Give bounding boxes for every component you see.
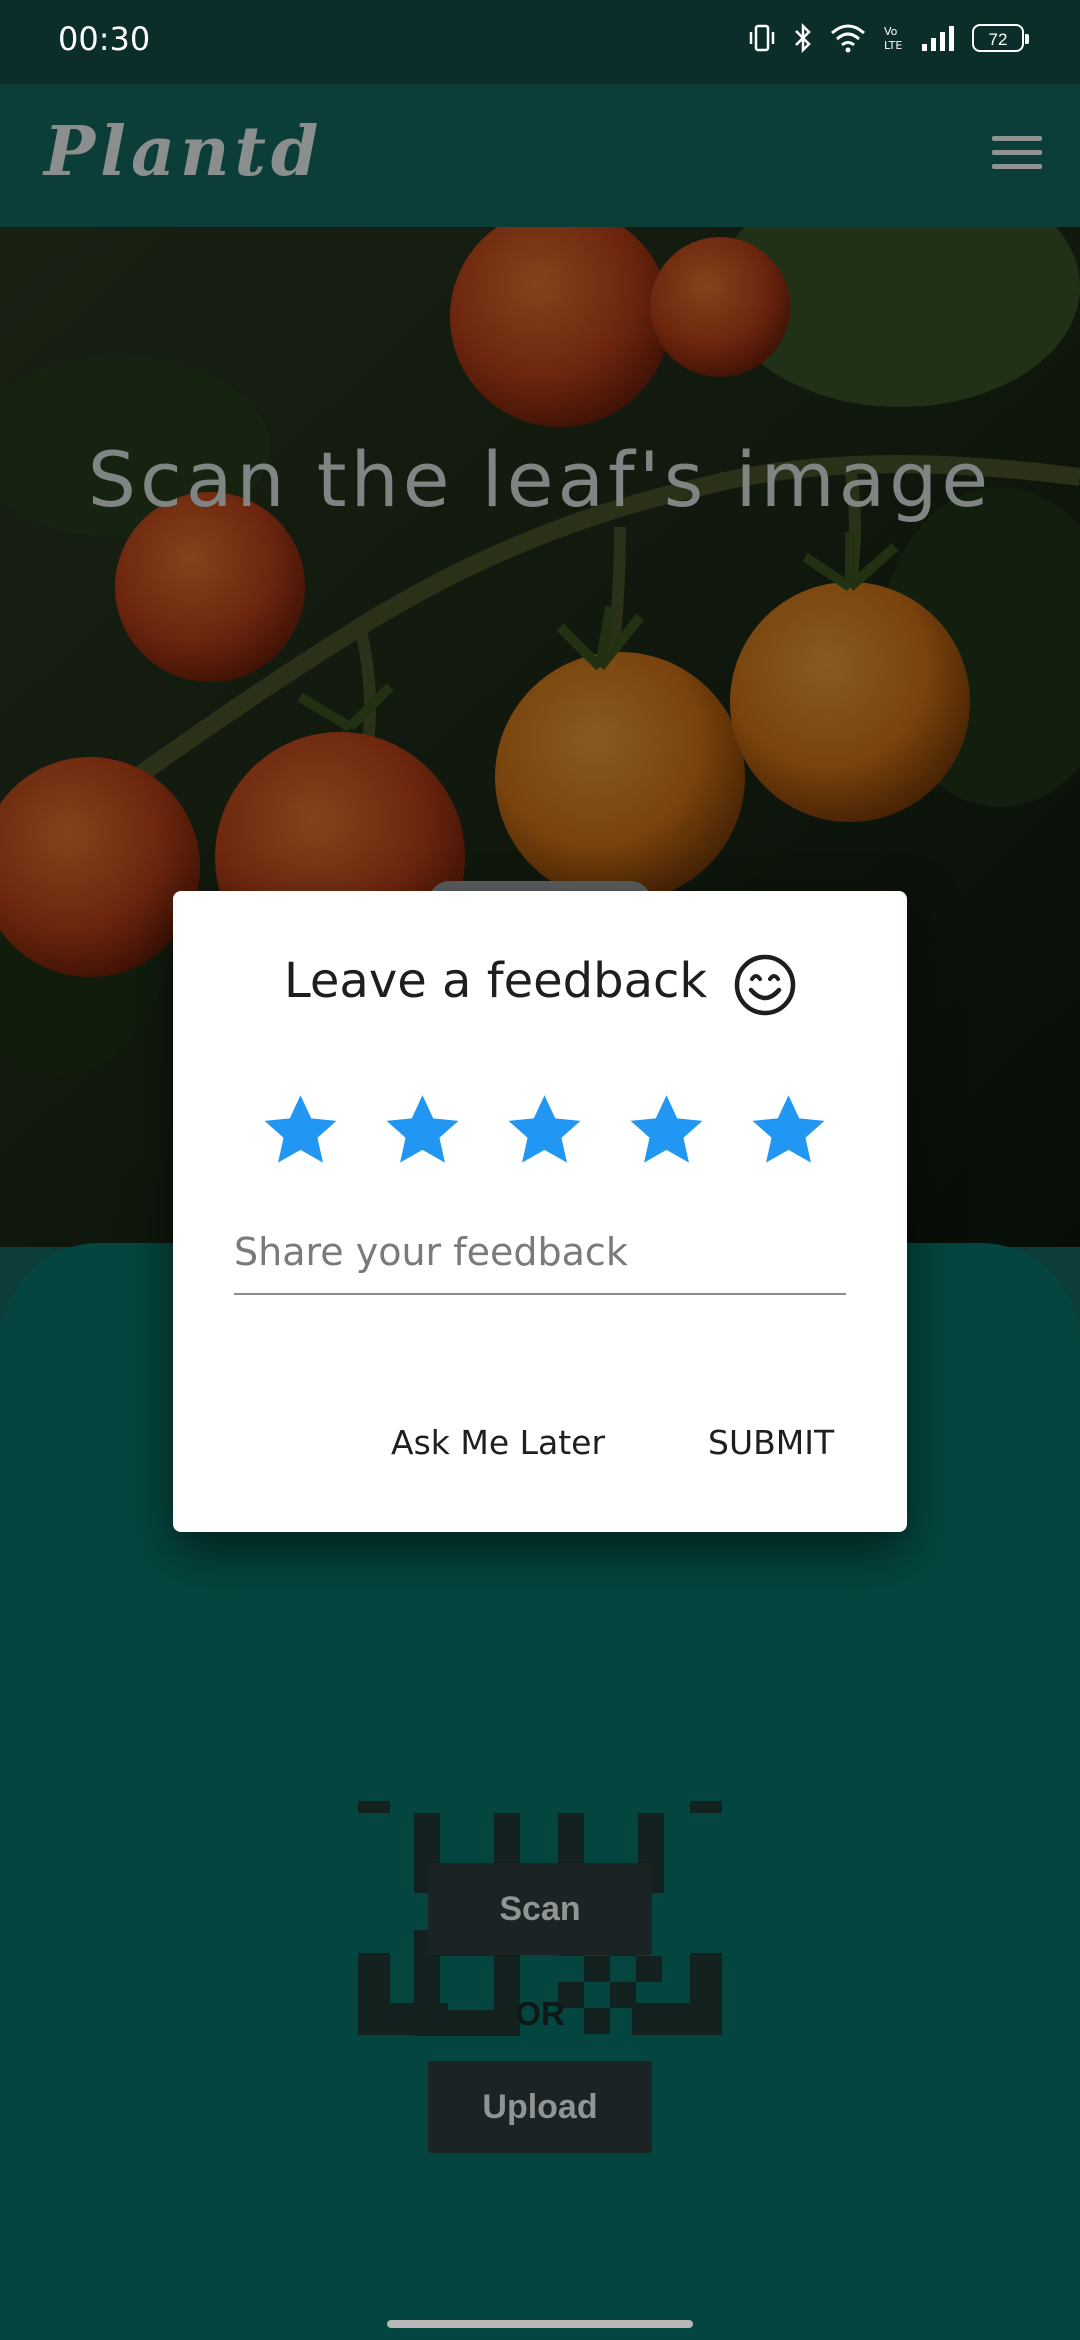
qr-code-icon [358,1801,722,2036]
star-2-icon[interactable] [381,1089,464,1172]
svg-text:Vo: Vo [884,25,898,38]
volte-icon: Vo LTE [884,25,902,52]
svg-text:LTE: LTE [884,39,902,52]
gesture-nav-bar[interactable] [387,2320,693,2328]
star-1-icon[interactable] [259,1089,342,1172]
star-3-icon[interactable] [503,1089,586,1172]
feedback-dialog: Leave a feedback Ask Me Later SUBMIT [173,891,907,1532]
brand-logo: Plantd [44,112,324,192]
app-bar: Plantd [0,84,1080,227]
smiley-face-icon [734,954,796,1016]
vibrate-icon [749,24,775,52]
scan-button[interactable]: Scan [428,1863,652,1955]
hamburger-icon[interactable] [992,136,1042,176]
dialog-title: Leave a feedback [284,953,708,1009]
hero-title: Scan the leaf's image [87,435,993,524]
submit-button[interactable]: SUBMIT [700,1413,842,1472]
or-divider-label: OR [515,1995,565,2032]
rating-stars [259,1089,830,1172]
bluetooth-icon [795,22,811,54]
signal-icon [922,26,954,51]
upload-button[interactable]: Upload [428,2061,652,2153]
star-4-icon[interactable] [625,1089,708,1172]
ask-me-later-button[interactable]: Ask Me Later [383,1413,613,1472]
status-time: 00:30 [58,20,151,58]
star-5-icon[interactable] [747,1089,830,1172]
wifi-icon [831,24,865,53]
status-icons: Vo LTE 72 [748,22,1029,54]
feedback-input[interactable] [234,1211,846,1295]
battery-icon: 72 [972,24,1029,52]
status-bar: 00:30 Vo LTE 72 [0,0,1080,84]
